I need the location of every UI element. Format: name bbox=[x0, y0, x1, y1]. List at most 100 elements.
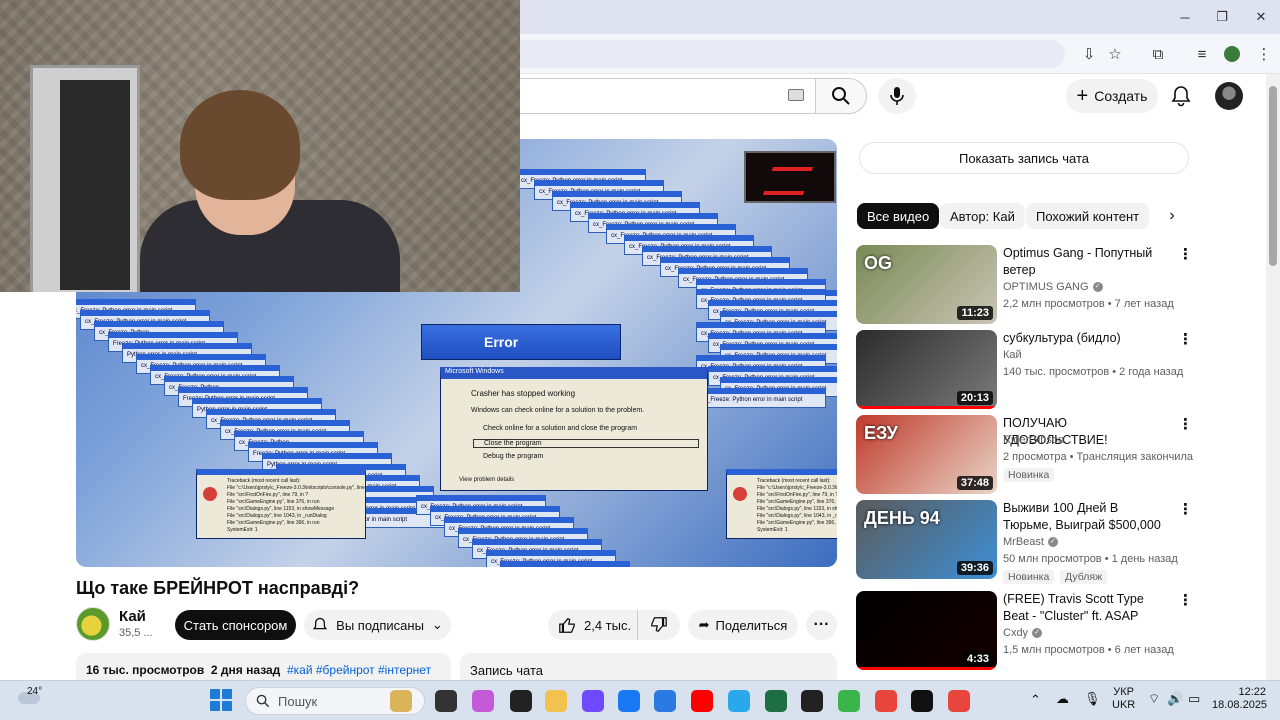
recommendation-title[interactable]: Выживи 100 Дней В Тюрьме, Выиграй $500,0… bbox=[1003, 500, 1168, 534]
duration-badge: 39:36 bbox=[956, 561, 993, 575]
task-view-icon[interactable] bbox=[435, 690, 457, 712]
traceback-line: File "src\GameEngine.py", line 366, in r… bbox=[757, 520, 837, 526]
ms-dialog-option1: Check online for a solution and close th… bbox=[483, 425, 638, 432]
maximize-icon[interactable]: ❐ bbox=[1209, 6, 1235, 28]
recommendation-meta: 2,2 млн просмотров • 7 лет назад bbox=[1003, 298, 1174, 310]
recommendation-item[interactable]: 4:33 (FREE) Travis Scott Type Beat - "Clu… bbox=[856, 591, 1196, 671]
scrollbar-thumb[interactable] bbox=[1269, 86, 1277, 266]
install-app-icon[interactable]: ⇩ bbox=[1077, 42, 1101, 66]
clock[interactable]: 12:22 18.08.2025 bbox=[1212, 686, 1267, 712]
channel-name[interactable]: Кай bbox=[119, 608, 146, 625]
recommendation-item[interactable]: ДЕНЬ 94 39:36 Выживи 100 Дней В Тюрьме, Вы… bbox=[856, 500, 1196, 584]
extensions-icon[interactable]: ⧉ bbox=[1146, 42, 1170, 66]
chevron-down-icon: ⌄ bbox=[431, 617, 443, 632]
minimize-icon[interactable]: ─ bbox=[1172, 6, 1198, 28]
excel-icon[interactable] bbox=[765, 690, 787, 712]
recommendation-thumbnail[interactable]: OG 11:23 bbox=[856, 245, 997, 324]
obs-icon[interactable] bbox=[801, 690, 823, 712]
facebook-icon[interactable] bbox=[618, 690, 640, 712]
thumbs-down-icon bbox=[651, 617, 667, 633]
close-icon[interactable]: ✕ bbox=[1248, 6, 1274, 28]
recommendation-meta: 50 млн просмотров • 1 день назад bbox=[1003, 553, 1178, 565]
recommendation-title[interactable]: (FREE) Travis Scott Type Beat - "Cluster… bbox=[1003, 591, 1168, 625]
more-options-icon[interactable]: ⋮ bbox=[1178, 245, 1193, 263]
store-icon[interactable] bbox=[654, 690, 676, 712]
recommendation-channel[interactable]: Кай bbox=[1003, 349, 1022, 361]
bookmark-star-icon[interactable]: ☆ bbox=[1103, 42, 1127, 66]
search-button[interactable] bbox=[815, 78, 867, 114]
battery-icon[interactable]: ▭ bbox=[1188, 691, 1200, 707]
media-control-icon[interactable]: ≡ bbox=[1190, 42, 1214, 66]
browser-menu-icon[interactable]: ⋮ bbox=[1252, 42, 1276, 66]
recommendation-channel[interactable]: Cxdy ✓ bbox=[1003, 627, 1043, 639]
file-explorer-icon[interactable] bbox=[390, 690, 412, 712]
chrome-icon[interactable] bbox=[948, 690, 970, 712]
webcam-doorway bbox=[60, 80, 130, 290]
microphone-icon[interactable]: 🎙 bbox=[1084, 691, 1101, 707]
channel-name: MrBeast bbox=[1003, 536, 1044, 548]
game-icon[interactable] bbox=[838, 690, 860, 712]
traceback-line: File "src\Dialogs.py", line 1153, in sho… bbox=[757, 506, 837, 512]
keyboard-icon[interactable] bbox=[788, 89, 804, 101]
chip-author[interactable]: Автор: Кай bbox=[940, 203, 1025, 229]
subscribed-label: Вы подписаны bbox=[336, 617, 424, 633]
recommendation-channel[interactable]: OPTIMUS GANG ✓ bbox=[1003, 281, 1103, 293]
recommendation-thumbnail[interactable]: ДЕНЬ 94 39:36 bbox=[856, 500, 997, 579]
account-avatar[interactable] bbox=[1215, 82, 1243, 110]
chevron-right-icon[interactable]: › bbox=[1160, 204, 1184, 228]
youtube-icon[interactable] bbox=[691, 690, 713, 712]
lang-bottom: UKR bbox=[1112, 699, 1136, 711]
volume-icon[interactable]: 🔊 bbox=[1167, 691, 1183, 707]
app-icon[interactable] bbox=[510, 690, 532, 712]
create-button[interactable]: + Создать bbox=[1066, 79, 1158, 113]
recommendation-thumbnail[interactable]: 20:13 bbox=[856, 330, 997, 409]
recommendation-channel[interactable]: MrBeast ✓ bbox=[1003, 536, 1058, 548]
dislike-button[interactable] bbox=[638, 616, 680, 634]
more-actions-button[interactable]: ··· bbox=[806, 610, 837, 640]
tray-chevron-icon[interactable]: ⌃ bbox=[1030, 692, 1041, 708]
recommendation-title[interactable]: Optimus Gang - Попутный ветер bbox=[1003, 245, 1168, 279]
more-options-icon[interactable]: ⋮ bbox=[1178, 500, 1193, 518]
search-input[interactable] bbox=[505, 78, 815, 114]
proton-icon[interactable] bbox=[582, 690, 604, 712]
like-button[interactable]: 2,4 тыс. bbox=[548, 610, 638, 640]
recommendation-channel[interactable]: RiderGibson bbox=[1003, 434, 1064, 446]
profile-icon[interactable] bbox=[1220, 42, 1244, 66]
copilot-icon[interactable] bbox=[472, 690, 494, 712]
start-button[interactable] bbox=[210, 689, 232, 711]
recommendation-title[interactable]: субкультура (бидло) bbox=[1003, 330, 1168, 347]
recommendation-thumbnail[interactable]: 4:33 bbox=[856, 591, 997, 670]
join-button[interactable]: Стать спонсором bbox=[175, 610, 296, 640]
address-bar[interactable] bbox=[505, 40, 1065, 68]
error-window: cx_Freeze: Python error in main script bbox=[500, 561, 630, 567]
traceback-window: Traceback (most recent call last): File "… bbox=[196, 469, 366, 539]
wifi-icon[interactable]: ⌔ bbox=[1148, 691, 1160, 707]
chip-related[interactable]: Похожий контент bbox=[1026, 203, 1150, 229]
view-count: 16 тыс. просмотров bbox=[86, 663, 205, 677]
more-options-icon[interactable]: ⋮ bbox=[1178, 415, 1193, 433]
folder-icon[interactable] bbox=[545, 690, 567, 712]
recommendation-item[interactable]: OG 11:23 Optimus Gang - Попутный ветер OPTI… bbox=[856, 245, 1196, 325]
audio-icon[interactable] bbox=[911, 690, 933, 712]
hashtags[interactable]: #кай #брейнрот #інтернет bbox=[287, 663, 431, 677]
ms-dialog-title: Microsoft Windows bbox=[445, 368, 504, 375]
voice-search-button[interactable] bbox=[878, 78, 916, 114]
chip-all[interactable]: Все видео bbox=[857, 203, 940, 229]
subscribed-button[interactable]: Вы подписаны ⌄ bbox=[304, 610, 451, 640]
chrome-icon[interactable] bbox=[875, 690, 897, 712]
language-indicator[interactable]: УКР UKR bbox=[1112, 686, 1135, 712]
channel-avatar[interactable] bbox=[76, 607, 110, 641]
more-options-icon[interactable]: ⋮ bbox=[1178, 591, 1193, 609]
error-title: Error bbox=[484, 334, 519, 350]
telegram-icon[interactable] bbox=[728, 690, 750, 712]
recommendation-thumbnail[interactable]: ЕЗУ 37:48 bbox=[856, 415, 997, 494]
show-chat-button[interactable]: Показать запись чата bbox=[859, 142, 1189, 174]
onedrive-icon[interactable]: ☁ bbox=[1056, 691, 1069, 707]
recommendation-item[interactable]: 20:13 субкультура (бидло) Кай 140 тыс. прос… bbox=[856, 330, 1196, 410]
recommendation-item[interactable]: ЕЗУ 37:48 ПОЛУЧАЮ УДОВОЛЬСТВИЕ! RiderGibson… bbox=[856, 415, 1196, 495]
verified-icon: ✓ bbox=[1047, 537, 1058, 547]
share-label: Поделиться bbox=[715, 617, 788, 633]
notifications-button[interactable] bbox=[1165, 80, 1197, 112]
share-button[interactable]: ➦ Поделиться bbox=[688, 610, 798, 640]
more-options-icon[interactable]: ⋮ bbox=[1178, 330, 1193, 348]
